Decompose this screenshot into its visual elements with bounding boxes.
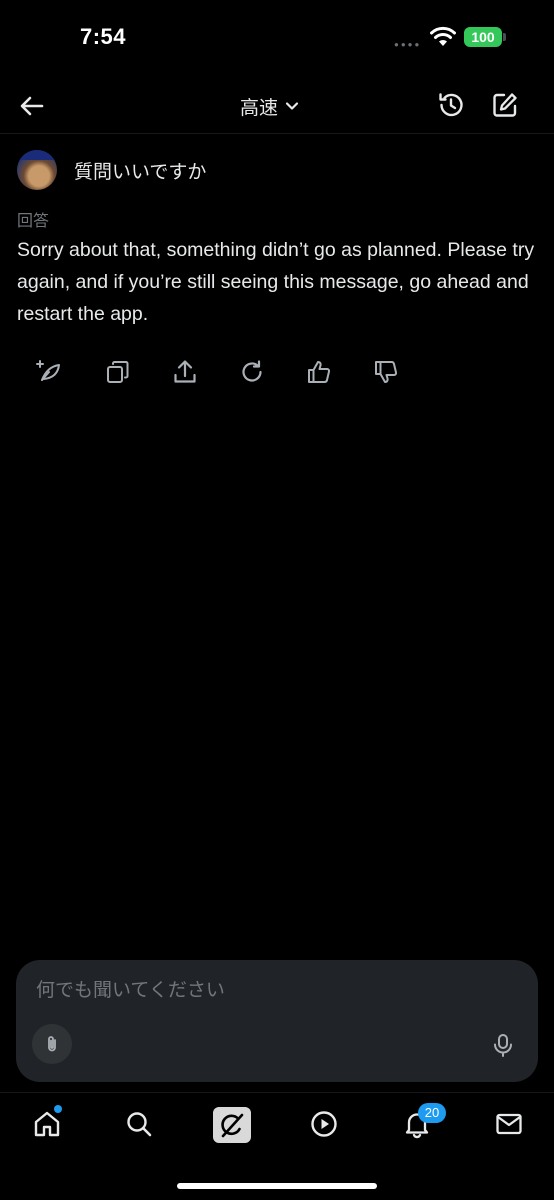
avatar[interactable] xyxy=(17,150,57,190)
nav-home[interactable] xyxy=(32,1105,62,1139)
thumbs-up-icon[interactable] xyxy=(305,358,333,386)
home-indicator xyxy=(177,1183,377,1189)
status-bar: 7:54 ●●●● 100 xyxy=(0,0,554,76)
chevron-down-icon xyxy=(285,102,299,110)
home-unread-dot xyxy=(54,1105,62,1113)
grok-icon xyxy=(221,1113,244,1138)
chat-header: 高速 xyxy=(0,76,554,134)
signal-dots-icon: ●●●● xyxy=(394,40,422,49)
wifi-icon xyxy=(430,26,456,46)
mode-selector[interactable]: 高速 xyxy=(240,91,300,121)
notification-count-badge: 20 xyxy=(418,1103,446,1123)
history-icon[interactable] xyxy=(436,90,466,120)
regenerate-icon[interactable] xyxy=(238,358,266,386)
mail-icon xyxy=(496,1113,522,1135)
status-time: 7:54 xyxy=(80,24,127,49)
search-icon xyxy=(127,1112,152,1137)
nav-messages[interactable] xyxy=(494,1109,524,1139)
nav-video[interactable] xyxy=(309,1109,339,1139)
attach-button[interactable] xyxy=(32,1024,72,1064)
new-chat-icon[interactable] xyxy=(490,90,520,120)
nav-grok[interactable] xyxy=(213,1107,251,1143)
copy-icon[interactable] xyxy=(104,358,132,386)
play-circle-icon xyxy=(311,1111,337,1137)
avatar-banner xyxy=(17,150,57,160)
back-arrow-icon[interactable] xyxy=(18,92,46,120)
app-screen: 7:54 ●●●● 100 高速 質問いいですか 回答 Sorry about … xyxy=(0,0,554,1200)
mode-label: 高速 xyxy=(240,97,279,119)
thumbs-down-icon[interactable] xyxy=(372,358,400,386)
answer-text: Sorry about that, something didn’t go as… xyxy=(17,239,535,325)
home-icon xyxy=(34,1111,60,1137)
feather-sparkle-icon[interactable] xyxy=(34,358,62,386)
answer-label: 回答 xyxy=(17,213,50,230)
battery-level: 100 xyxy=(464,27,502,47)
battery-cap xyxy=(503,33,506,41)
nav-search[interactable] xyxy=(124,1109,154,1139)
nav-notifications[interactable]: 20 xyxy=(402,1103,446,1139)
user-question: 質問いいですか xyxy=(74,161,207,183)
microphone-icon[interactable] xyxy=(490,1032,516,1058)
paperclip-icon xyxy=(48,1036,56,1052)
share-icon[interactable] xyxy=(171,358,199,386)
user-message: 質問いいですか xyxy=(17,149,206,191)
battery-indicator: 100 xyxy=(464,27,506,47)
message-input[interactable] xyxy=(36,978,456,1004)
message-composer xyxy=(16,960,538,1082)
